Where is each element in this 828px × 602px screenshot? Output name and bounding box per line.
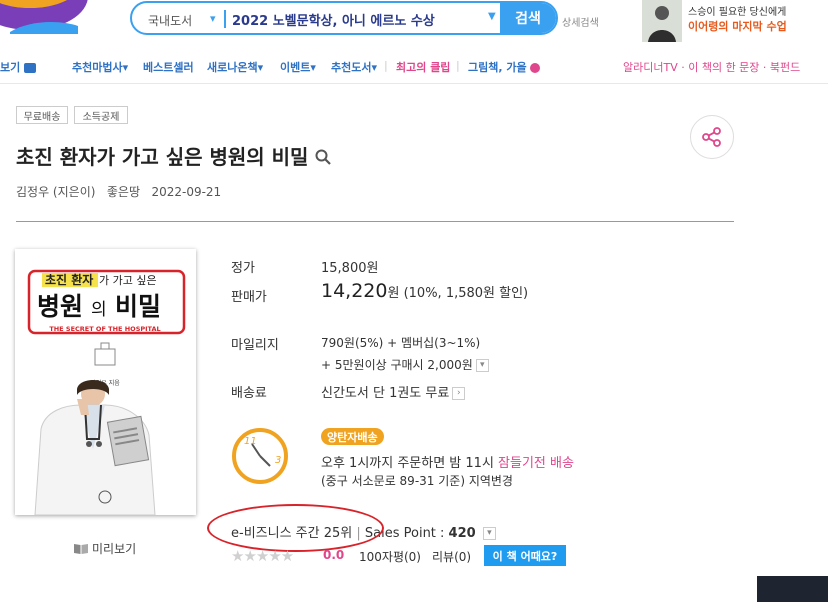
- rating-stars: ★★★★★: [231, 547, 294, 565]
- sale-price: 14,220원 (10%, 1,580원 할인): [321, 280, 528, 302]
- search-bar: 국내도서 ▾ ▼ 검색: [130, 1, 558, 35]
- search-button[interactable]: 검색: [500, 3, 556, 33]
- publish-date: 2022-09-21: [151, 185, 222, 199]
- delivery-location-text: (중구 서소문로 89-31 기준): [321, 474, 469, 488]
- book-cover-art: 초진 환자 가 가고 싶은 병원 의 비밀 THE SECRET OF THE …: [15, 249, 196, 515]
- badge-tax-deduction: 소득공제: [74, 106, 128, 124]
- sale-price-unit: 원: [387, 286, 400, 301]
- search-category-select[interactable]: 국내도서: [148, 12, 192, 29]
- mileage-line-2: + 5만원이상 구매시 2,000원 ▾: [321, 356, 489, 373]
- review-link[interactable]: 리뷰(0): [432, 548, 471, 565]
- author-link[interactable]: 김정우 (지은이): [16, 185, 95, 199]
- mileage-label: 마일리지: [231, 338, 279, 353]
- cover-english-title: THE SECRET OF THE HOSPITAL: [49, 325, 160, 333]
- nav-item-view[interactable]: 보기: [0, 59, 37, 75]
- ad-portrait-image: [642, 0, 682, 42]
- mileage-expand-icon[interactable]: ▾: [475, 359, 489, 372]
- preview-button[interactable]: 미리보기: [73, 540, 136, 557]
- rating-score: 0.0: [323, 548, 345, 562]
- book-meta: 김정우 (지은이) 좋은땅 2022-09-21: [16, 183, 221, 200]
- detail-search-link[interactable]: 상세검색: [562, 14, 599, 29]
- sales-point-value: 420: [448, 526, 476, 541]
- ad-banner[interactable]: 스승이 필요한 당신에게 이어령의 마지막 수업: [642, 0, 828, 42]
- nav-item-event[interactable]: 이벤트▾: [280, 59, 316, 75]
- cover-subtitle-rest: 가 가고 싶은: [99, 274, 157, 287]
- cover-title-particle: 의: [91, 300, 107, 320]
- search-icon[interactable]: [315, 149, 332, 165]
- nav-separator: |: [456, 59, 460, 72]
- search-dropdown-icon[interactable]: ▼: [488, 11, 496, 22]
- nav-item-recommended[interactable]: 추천도서▾: [331, 59, 377, 75]
- cover-title-2: 비밀: [115, 292, 161, 321]
- badge-free-shipping: 무료배송: [16, 106, 68, 124]
- nav-divider: [0, 83, 828, 84]
- cover-subtitle-highlight: 초진 환자: [45, 272, 93, 287]
- search-input[interactable]: [232, 9, 492, 29]
- carpet-delivery-badge: 양탄자배송: [321, 428, 384, 445]
- new-badge-icon: [530, 63, 541, 73]
- clock-number-11: 11: [244, 436, 257, 447]
- shipping-value: 신간도서 단 1권도 무료 ›: [321, 382, 466, 401]
- nav-item-bestseller[interactable]: 베스트셀러: [143, 59, 194, 75]
- book-title-text: 초진 환자가 가고 싶은 병원의 비밀: [16, 145, 309, 169]
- sales-point-expand-icon[interactable]: ▾: [482, 527, 496, 540]
- nav-separator: |: [384, 59, 388, 72]
- delivery-highlight: 잠들기전 배송: [498, 456, 574, 471]
- mileage-line-1: 790원(5%) + 멤버십(3~1%): [321, 336, 481, 350]
- publisher-link[interactable]: 좋은땅: [107, 185, 140, 199]
- short-review-link[interactable]: 100자평(0): [359, 548, 421, 565]
- delivery-line-2: (중구 서소문로 89-31 기준) 지역변경: [321, 472, 513, 489]
- cover-title-1: 병원: [37, 292, 83, 321]
- list-price-label: 정가: [231, 261, 255, 276]
- change-region-link[interactable]: 지역변경: [469, 474, 513, 488]
- floating-thumbnail[interactable]: [757, 576, 828, 602]
- preview-label: 미리보기: [92, 542, 137, 556]
- how-is-this-book-button[interactable]: 이 책 어때요?: [484, 545, 566, 566]
- delivery-time-text: 오후 1시까지 주문하면 밤 11시: [321, 456, 499, 471]
- annotation-circle: [207, 504, 384, 552]
- mileage-line-2-text: + 5만원이상 구매시 2,000원: [321, 358, 473, 372]
- sale-price-number: 14,220: [321, 280, 388, 302]
- nav-item-picture-book[interactable]: 그림책, 가을: [468, 59, 541, 75]
- shipping-more-icon[interactable]: ›: [452, 387, 466, 400]
- aladin-logo[interactable]: [0, 0, 90, 40]
- search-divider: [224, 10, 226, 28]
- book-cover[interactable]: 초진 환자 가 가고 싶은 병원 의 비밀 THE SECRET OF THE …: [15, 249, 196, 515]
- share-button[interactable]: [690, 115, 734, 159]
- ad-text-1: 스승이 필요한 당신에게: [688, 7, 787, 18]
- nav-item-new-books[interactable]: 새로나온책▾: [207, 59, 263, 75]
- clock-number-3: 3: [275, 455, 281, 466]
- shipping-label: 배송료: [231, 386, 267, 401]
- sale-price-label: 판매가: [231, 290, 267, 305]
- delivery-line-1: 오후 1시까지 주문하면 밤 11시 잠들기전 배송: [321, 452, 574, 471]
- chevron-down-icon[interactable]: ▾: [210, 12, 216, 25]
- section-divider: [16, 221, 734, 222]
- book-open-icon: [74, 544, 88, 554]
- view-toggle-icon: [24, 63, 37, 73]
- discount-info: (10%, 1,580원 할인): [403, 286, 529, 301]
- book-title: 초진 환자가 가고 싶은 병원의 비밀: [16, 141, 332, 170]
- category-nav: 보기 추천마법사▾ 베스트셀러 새로나온책▾ 이벤트▾ 추천도서▾ | 최고의 …: [0, 56, 828, 78]
- list-price-value: 15,800원: [321, 261, 379, 276]
- nav-item-best-clip[interactable]: 최고의 클립: [396, 59, 450, 75]
- nav-right-links[interactable]: 알라디너TV · 이 책의 한 문장 · 북펀드: [623, 59, 800, 75]
- share-icon: [702, 127, 721, 147]
- clock-icon: 11 3: [232, 428, 288, 484]
- ad-text-2: 이어령의 마지막 수업: [688, 20, 787, 33]
- nav-item-recommend-wizard[interactable]: 추천마법사▾: [72, 59, 128, 75]
- shipping-value-text: 신간도서 단 1권도 무료: [321, 386, 450, 401]
